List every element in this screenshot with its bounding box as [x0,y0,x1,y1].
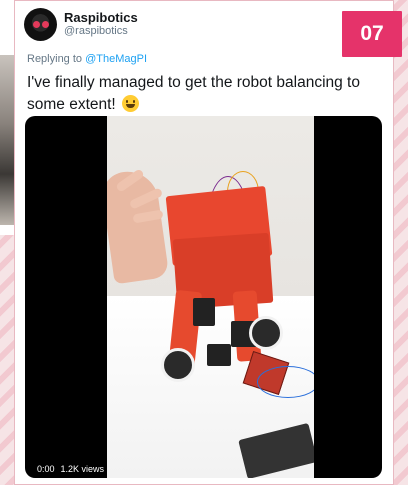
tweet-card: Raspibotics @raspibotics 07 Replying to … [14,0,402,485]
video-servo [207,344,231,366]
grinning-face-icon [122,95,140,112]
video-views: 1.2K views [60,464,105,474]
reply-mention-link[interactable]: @TheMagPI [85,53,147,65]
reply-line: Replying to @TheMagPI [27,53,147,65]
user-handle[interactable]: @raspibotics [64,25,128,37]
video-time: 0:00 [37,464,55,474]
tweet-text-body: I've finally managed to get the robot ba… [27,74,360,113]
avatar[interactable] [24,8,57,41]
avatar-eye-icon [42,21,49,28]
avatar-eye-icon [33,21,40,28]
display-name[interactable]: Raspibotics [64,10,138,25]
reply-prefix: Replying to [27,53,83,65]
video-wheel [161,348,195,382]
video-wheel [249,316,283,350]
number-badge: 07 [342,11,402,57]
video-meta: 0:00 1.2K views [37,464,104,474]
video-wire [257,366,314,398]
video-frame [107,116,314,478]
tweet-text: I've finally managed to get the robot ba… [27,72,382,116]
video-player[interactable]: 0:00 1.2K views [25,116,382,478]
video-servo [193,298,215,326]
